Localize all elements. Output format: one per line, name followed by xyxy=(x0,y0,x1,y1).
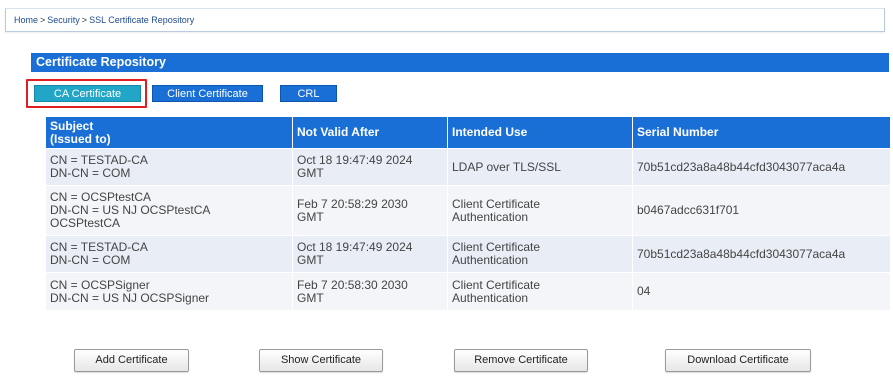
tab-crl[interactable]: CRL xyxy=(280,85,337,102)
column-header-subject[interactable]: Subject (Issued to) xyxy=(45,116,293,149)
certificate-tabs: CA Certificate Client Certificate CRL xyxy=(26,79,889,108)
table-row[interactable]: CN = TESTAD-CA DN-CN = COM Oct 18 19:47:… xyxy=(45,148,891,186)
tab-client-certificate[interactable]: Client Certificate xyxy=(152,85,263,102)
breadcrumb-separator: > xyxy=(81,15,88,25)
cell-intended-use: LDAP over TLS/SSL xyxy=(447,148,633,186)
cell-serial-number: 70b51cd23a8a48b44cfd3043077aca4a xyxy=(632,235,891,273)
cell-intended-use: Client Certificate Authentication xyxy=(447,185,633,236)
breadcrumb-separator: > xyxy=(40,15,46,25)
cell-not-valid-after: Feb 7 20:58:29 2030 GMT xyxy=(292,185,448,236)
cell-intended-use: Client Certificate Authentication xyxy=(447,272,633,311)
tab-ca-certificate[interactable]: CA Certificate xyxy=(34,85,141,102)
breadcrumb: Home > Security > SSL Certificate Repository xyxy=(5,8,885,32)
cell-not-valid-after: Feb 7 20:58:30 2030 GMT xyxy=(292,272,448,311)
table-row[interactable]: CN = TESTAD-CA DN-CN = COM Oct 18 19:47:… xyxy=(45,235,891,273)
table-row[interactable]: CN = OCSPSigner DN-CN = US NJ OCSPSigner… xyxy=(45,272,891,311)
cell-serial-number: 70b51cd23a8a48b44cfd3043077aca4a xyxy=(632,148,891,186)
cell-intended-use: Client Certificate Authentication xyxy=(447,235,633,273)
breadcrumb-security-link[interactable]: Security xyxy=(47,15,80,25)
show-certificate-button[interactable]: Show Certificate xyxy=(259,349,383,372)
table-header-row: Subject (Issued to) Not Valid After Inte… xyxy=(45,116,891,149)
cell-subject: CN = OCSPSigner DN-CN = US NJ OCSPSigner xyxy=(45,272,293,311)
column-header-not-valid-after[interactable]: Not Valid After xyxy=(292,116,448,149)
cell-serial-number: 04 xyxy=(632,272,891,311)
table-row[interactable]: CN = OCSPtestCA DN-CN = US NJ OCSPtestCA… xyxy=(45,185,891,236)
add-certificate-button[interactable]: Add Certificate xyxy=(74,349,189,372)
certificate-table: Subject (Issued to) Not Valid After Inte… xyxy=(45,116,891,311)
remove-certificate-button[interactable]: Remove Certificate xyxy=(454,349,588,372)
panel-title: Certificate Repository xyxy=(31,53,889,72)
action-button-bar: Add Certificate Show Certificate Remove … xyxy=(31,346,889,376)
download-certificate-button[interactable]: Download Certificate xyxy=(665,349,811,372)
breadcrumb-home-link[interactable]: Home xyxy=(14,15,38,25)
cell-serial-number: b0467adcc631f701 xyxy=(632,185,891,236)
column-header-serial-number[interactable]: Serial Number xyxy=(632,116,891,149)
cell-not-valid-after: Oct 18 19:47:49 2024 GMT xyxy=(292,148,448,186)
cell-not-valid-after: Oct 18 19:47:49 2024 GMT xyxy=(292,235,448,273)
certificate-repository-panel: Certificate Repository CA Certificate Cl… xyxy=(26,53,891,383)
cell-subject: CN = TESTAD-CA DN-CN = COM xyxy=(45,148,293,186)
cell-subject: CN = TESTAD-CA DN-CN = COM xyxy=(45,235,293,273)
breadcrumb-current-page[interactable]: SSL Certificate Repository xyxy=(89,15,194,25)
certificate-table-container: Subject (Issued to) Not Valid After Inte… xyxy=(45,116,891,311)
column-header-intended-use[interactable]: Intended Use xyxy=(447,116,633,149)
cell-subject: CN = OCSPtestCA DN-CN = US NJ OCSPtestCA… xyxy=(45,185,293,236)
